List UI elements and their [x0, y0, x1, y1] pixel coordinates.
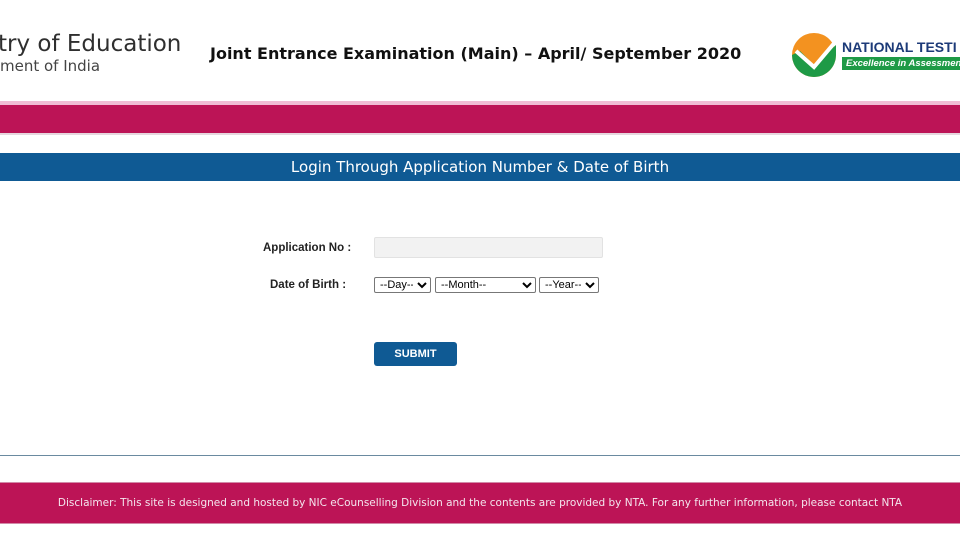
exam-title: Joint Entrance Examination (Main) – Apri… — [210, 44, 742, 63]
nta-check-logo-icon — [792, 33, 838, 77]
dob-year-select[interactable]: --Year-- — [539, 277, 599, 293]
application-no-input[interactable] — [374, 237, 603, 258]
ministry-line2: ment of India — [0, 57, 101, 75]
nta-logo: NATIONAL TESTI Excellence in Assessment — [790, 31, 960, 79]
logo-tagline: Excellence in Assessment — [842, 57, 960, 70]
ministry-of-education-title: try of Education ment of India — [0, 31, 181, 75]
login-title-bar: Login Through Application Number & Date … — [0, 153, 960, 181]
divider — [0, 133, 960, 135]
logo-text: NATIONAL TESTI — [842, 39, 957, 55]
ministry-line1: try of Education — [0, 31, 182, 57]
submit-button[interactable]: SUBMIT — [374, 342, 457, 366]
application-no-label: Application No : — [263, 242, 352, 254]
footer-disclaimer: Disclaimer: This site is designed and ho… — [0, 482, 960, 524]
site-header: try of Education ment of India Joint Ent… — [0, 0, 960, 101]
dob-label: Date of Birth : — [270, 279, 347, 291]
divider — [0, 455, 960, 456]
dob-day-select[interactable]: --Day-- — [374, 277, 431, 293]
nav-bar — [0, 105, 960, 133]
dob-month-select[interactable]: --Month-- — [435, 277, 536, 293]
